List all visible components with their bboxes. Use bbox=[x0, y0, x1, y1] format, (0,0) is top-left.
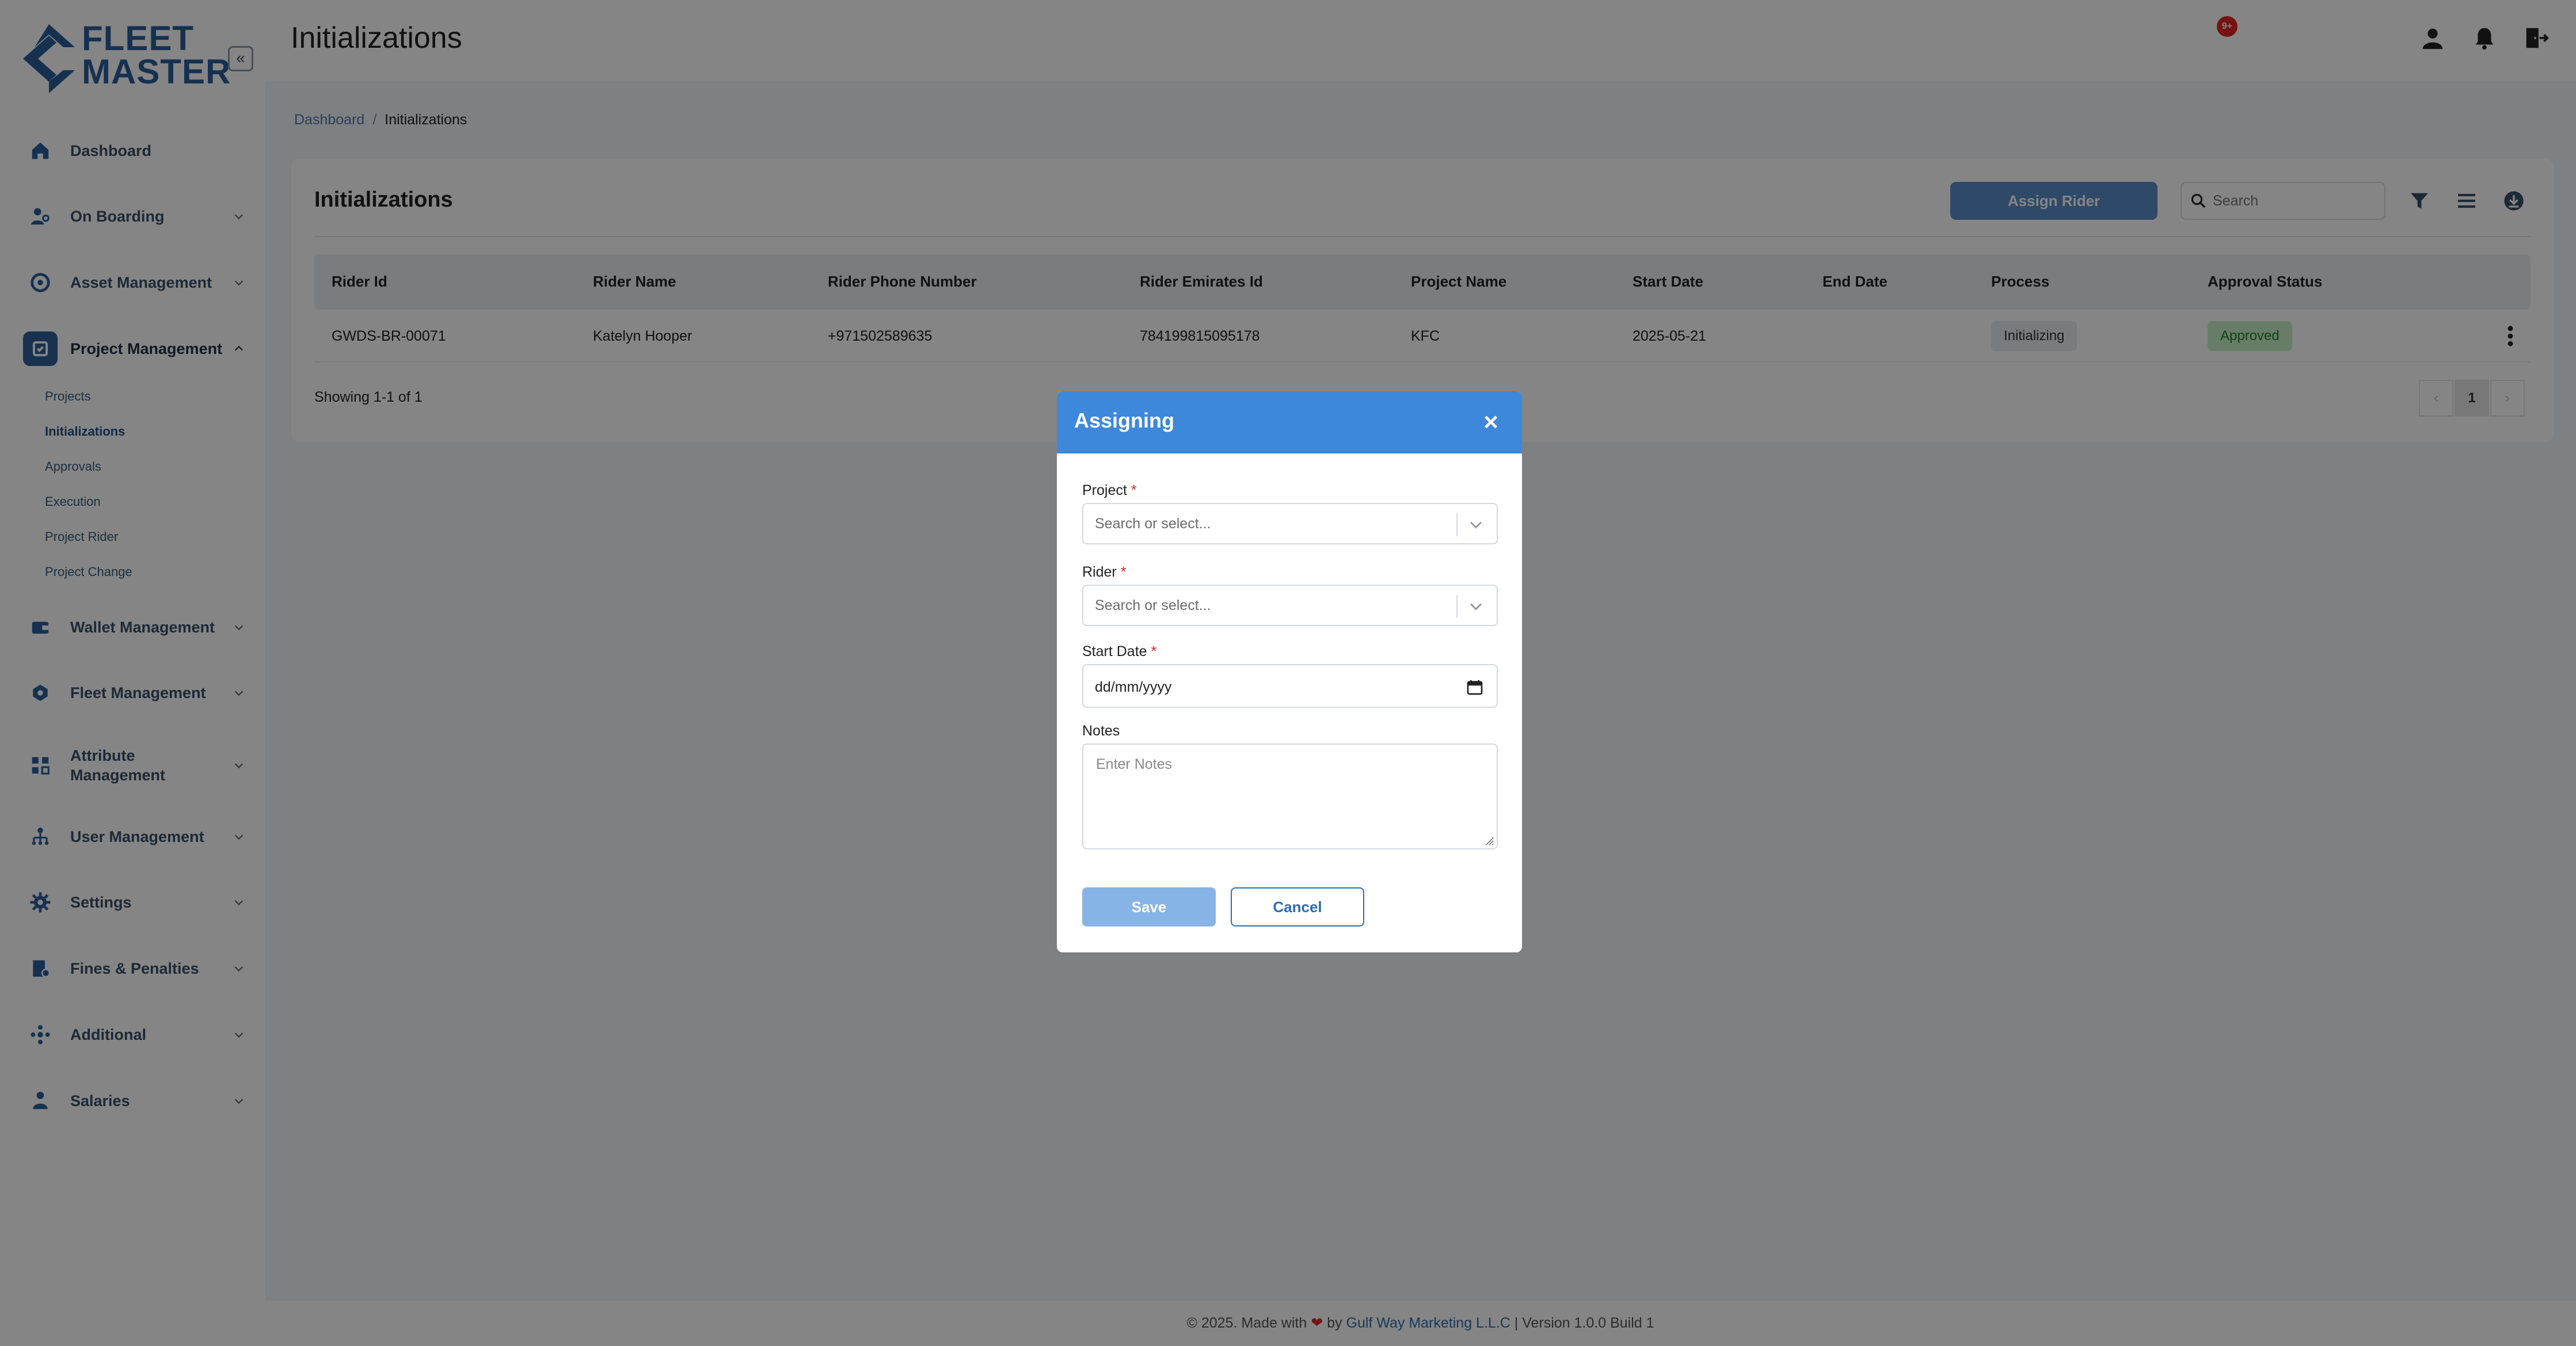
modal-header: Assigning × bbox=[1057, 391, 1522, 453]
required-mark: * bbox=[1120, 564, 1127, 580]
select-separator bbox=[1456, 595, 1458, 618]
modal-title: Assigning bbox=[1074, 409, 1175, 432]
chevron-down-icon[interactable] bbox=[1466, 514, 1486, 535]
project-label-text: Project bbox=[1082, 482, 1127, 498]
start-date-label: Start Date * bbox=[1082, 643, 1156, 660]
notes-placeholder: Enter Notes bbox=[1096, 756, 1173, 772]
resize-grip-icon[interactable] bbox=[1484, 836, 1494, 846]
project-label: Project * bbox=[1082, 482, 1137, 499]
required-mark: * bbox=[1131, 482, 1137, 498]
start-date-label-text: Start Date bbox=[1082, 643, 1147, 659]
notes-textarea[interactable]: Enter Notes bbox=[1082, 743, 1498, 849]
close-icon[interactable]: × bbox=[1477, 409, 1505, 436]
assigning-modal: Assigning × Project * Search or select..… bbox=[1057, 391, 1522, 952]
select-separator bbox=[1456, 513, 1458, 536]
start-date-input[interactable]: dd/mm/yyyy bbox=[1082, 664, 1498, 708]
cancel-button[interactable]: Cancel bbox=[1231, 887, 1364, 926]
save-button[interactable]: Save bbox=[1082, 887, 1216, 926]
rider-select-placeholder: Search or select... bbox=[1095, 597, 1211, 613]
project-select[interactable]: Search or select... bbox=[1082, 503, 1498, 544]
notes-label: Notes bbox=[1082, 723, 1120, 739]
required-mark: * bbox=[1151, 643, 1157, 659]
project-select-placeholder: Search or select... bbox=[1095, 516, 1211, 532]
calendar-icon[interactable] bbox=[1466, 678, 1484, 696]
rider-label-text: Rider bbox=[1082, 564, 1117, 580]
rider-label: Rider * bbox=[1082, 564, 1126, 581]
start-date-placeholder: dd/mm/yyyy bbox=[1095, 679, 1172, 695]
chevron-down-icon[interactable] bbox=[1466, 596, 1486, 617]
rider-select[interactable]: Search or select... bbox=[1082, 585, 1498, 626]
